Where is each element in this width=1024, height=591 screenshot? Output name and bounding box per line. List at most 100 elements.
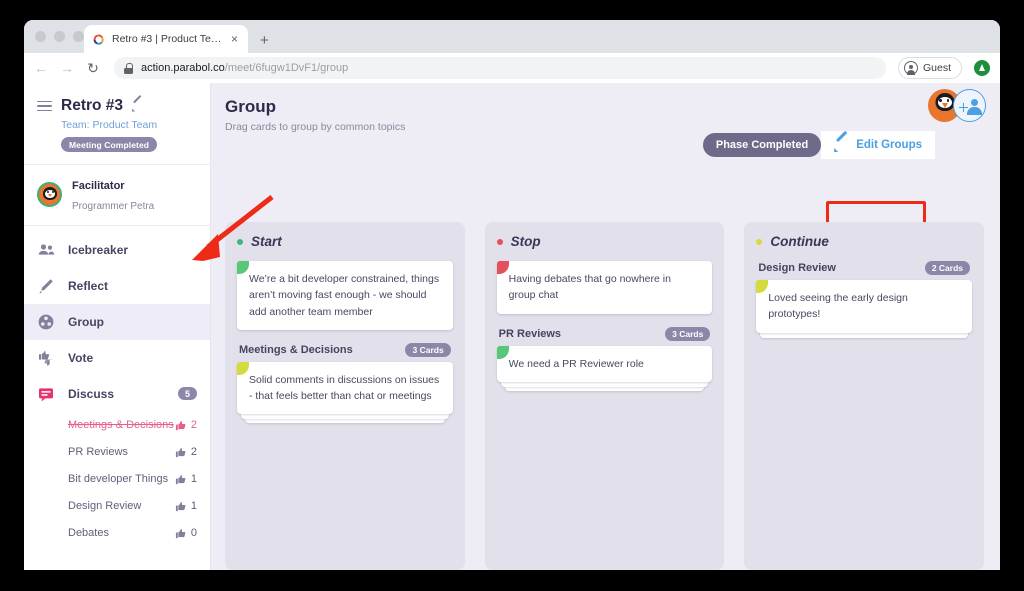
forward-icon[interactable]: → bbox=[60, 61, 74, 75]
group-header: Design Review 2 Cards bbox=[758, 261, 970, 275]
close-icon[interactable]: × bbox=[229, 33, 240, 45]
vote-count: 1 bbox=[191, 473, 197, 485]
group-title: PR Reviews bbox=[499, 328, 561, 340]
discuss-topic-item[interactable]: Meetings & Decisions 2 bbox=[24, 412, 210, 439]
browser-tab-strip: Retro #3 | Product Team × + bbox=[24, 20, 1000, 53]
thumbs-up-icon bbox=[175, 473, 188, 486]
discuss-topic-label: Meetings & Decisions bbox=[68, 419, 174, 431]
sidebar: Retro #3 Team: Product Team Meeting Comp… bbox=[24, 83, 211, 570]
sidebar-item-group[interactable]: Group bbox=[24, 304, 210, 340]
card-corner-icon bbox=[756, 280, 768, 293]
vote-count: 2 bbox=[191, 446, 197, 458]
group-header: PR Reviews 3 Cards bbox=[499, 327, 711, 341]
card-text: We’re a bit developer constrained, thing… bbox=[249, 273, 439, 318]
discuss-topic-item[interactable]: PR Reviews 2 bbox=[24, 439, 210, 466]
sidebar-item-label: Group bbox=[68, 315, 104, 329]
profile-button[interactable]: Guest bbox=[898, 57, 962, 79]
close-window-button[interactable] bbox=[35, 31, 46, 42]
group-title: Design Review bbox=[758, 262, 836, 274]
card-count-badge: 3 Cards bbox=[405, 343, 450, 357]
reflection-card[interactable]: Having debates that go nowhere in group … bbox=[497, 261, 713, 314]
extension-icon[interactable] bbox=[974, 60, 990, 76]
url-path: /meet/6fugw1DvF1/group bbox=[225, 62, 349, 74]
team-link[interactable]: Team: Product Team bbox=[61, 119, 197, 131]
new-tab-button[interactable]: + bbox=[260, 33, 269, 48]
column-continue[interactable]: Continue Design Review 2 Cards Loved see… bbox=[744, 222, 984, 570]
phase-completed-button[interactable]: Phase Completed bbox=[703, 133, 821, 157]
sidebar-item-vote[interactable]: Vote bbox=[24, 340, 210, 376]
hamburger-icon[interactable] bbox=[37, 101, 52, 112]
lock-icon bbox=[124, 63, 133, 74]
sidebar-item-discuss[interactable]: Discuss 5 bbox=[24, 376, 210, 412]
column-header: Start bbox=[237, 234, 453, 249]
facilitator-name: Programmer Petra bbox=[72, 201, 154, 212]
card-text: Loved seeing the early design prototypes… bbox=[768, 292, 908, 320]
profile-label: Guest bbox=[923, 62, 951, 74]
app-root: Retro #3 Team: Product Team Meeting Comp… bbox=[24, 83, 1000, 570]
column-header: Continue bbox=[756, 234, 972, 249]
edit-pencil-icon[interactable] bbox=[132, 101, 143, 112]
column-dot-icon bbox=[237, 239, 243, 245]
url-host: action.parabol.co bbox=[141, 62, 225, 74]
vote-count: 0 bbox=[191, 527, 197, 539]
page-title: Group bbox=[225, 97, 984, 117]
maximize-window-button[interactable] bbox=[73, 31, 84, 42]
sidebar-item-summary[interactable]: Summary bbox=[24, 561, 210, 571]
discuss-topic-item[interactable]: Bit developer Things 1 bbox=[24, 466, 210, 493]
card-corner-icon bbox=[237, 261, 249, 274]
back-icon[interactable]: ← bbox=[34, 61, 48, 75]
tab-title: Retro #3 | Product Team bbox=[112, 33, 222, 45]
edit-groups-button[interactable]: Edit Groups bbox=[821, 131, 935, 159]
column-title: Continue bbox=[770, 234, 829, 249]
parabol-logo-icon bbox=[92, 33, 105, 46]
discuss-topic-label: Debates bbox=[68, 527, 109, 539]
reload-icon[interactable]: ↻ bbox=[86, 61, 100, 75]
thumbs-icon bbox=[37, 349, 55, 367]
card-corner-icon bbox=[497, 261, 509, 274]
vote-count: 1 bbox=[191, 500, 197, 512]
window-controls[interactable] bbox=[35, 31, 84, 42]
discuss-count-badge: 5 bbox=[178, 387, 197, 400]
discuss-icon bbox=[37, 385, 55, 403]
meeting-title: Retro #3 bbox=[61, 97, 123, 115]
url-text: action.parabol.co/meet/6fugw1DvF1/group bbox=[141, 62, 348, 74]
reflection-group-stack[interactable]: Loved seeing the early design prototypes… bbox=[756, 280, 972, 333]
facilitator-row: Facilitator Programmer Petra bbox=[24, 164, 210, 226]
column-title: Stop bbox=[511, 234, 541, 249]
pencil-icon bbox=[834, 138, 848, 152]
sidebar-item-reflect[interactable]: Reflect bbox=[24, 268, 210, 304]
sidebar-item-icebreaker[interactable]: Icebreaker bbox=[24, 232, 210, 268]
address-bar[interactable]: action.parabol.co/meet/6fugw1DvF1/group bbox=[114, 57, 886, 79]
add-user-button[interactable] bbox=[953, 89, 986, 122]
card-corner-icon bbox=[497, 346, 509, 359]
column-stop[interactable]: Stop Having debates that go nowhere in g… bbox=[485, 222, 725, 570]
thumbs-up-icon bbox=[175, 527, 188, 540]
reflection-card[interactable]: We’re a bit developer constrained, thing… bbox=[237, 261, 453, 330]
minimize-window-button[interactable] bbox=[54, 31, 65, 42]
discuss-topic-label: PR Reviews bbox=[68, 446, 128, 458]
main-content: Group Drag cards to group by common topi… bbox=[211, 83, 1000, 570]
thumbs-up-icon bbox=[175, 446, 188, 459]
sidebar-nav: Icebreaker Reflect bbox=[24, 226, 210, 571]
sidebar-item-label: Discuss bbox=[68, 387, 114, 401]
sidebar-item-label: Icebreaker bbox=[68, 243, 128, 257]
browser-tab[interactable]: Retro #3 | Product Team × bbox=[84, 25, 248, 53]
card-text: Solid comments in discussions on issues … bbox=[249, 374, 439, 402]
reflection-group-stack[interactable]: We need a PR Reviewer role bbox=[497, 346, 713, 382]
column-start[interactable]: Start We’re a bit developer constrained,… bbox=[225, 222, 465, 570]
meeting-members bbox=[928, 89, 986, 122]
reflection-group-stack[interactable]: Solid comments in discussions on issues … bbox=[237, 362, 453, 415]
sidebar-item-label: Vote bbox=[68, 351, 93, 365]
sidebar-header: Retro #3 Team: Product Team Meeting Comp… bbox=[24, 83, 210, 164]
discuss-topic-item[interactable]: Debates 0 bbox=[24, 520, 210, 547]
column-dot-icon bbox=[497, 239, 503, 245]
column-dot-icon bbox=[756, 239, 762, 245]
card-text: We need a PR Reviewer role bbox=[509, 358, 644, 370]
discuss-topic-label: Design Review bbox=[68, 500, 141, 512]
column-header: Stop bbox=[497, 234, 713, 249]
sidebar-item-label: Reflect bbox=[68, 279, 108, 293]
card-count-badge: 3 Cards bbox=[665, 327, 710, 341]
discuss-topic-item[interactable]: Design Review 1 bbox=[24, 493, 210, 520]
avatar bbox=[37, 182, 62, 207]
avatar bbox=[904, 61, 918, 75]
